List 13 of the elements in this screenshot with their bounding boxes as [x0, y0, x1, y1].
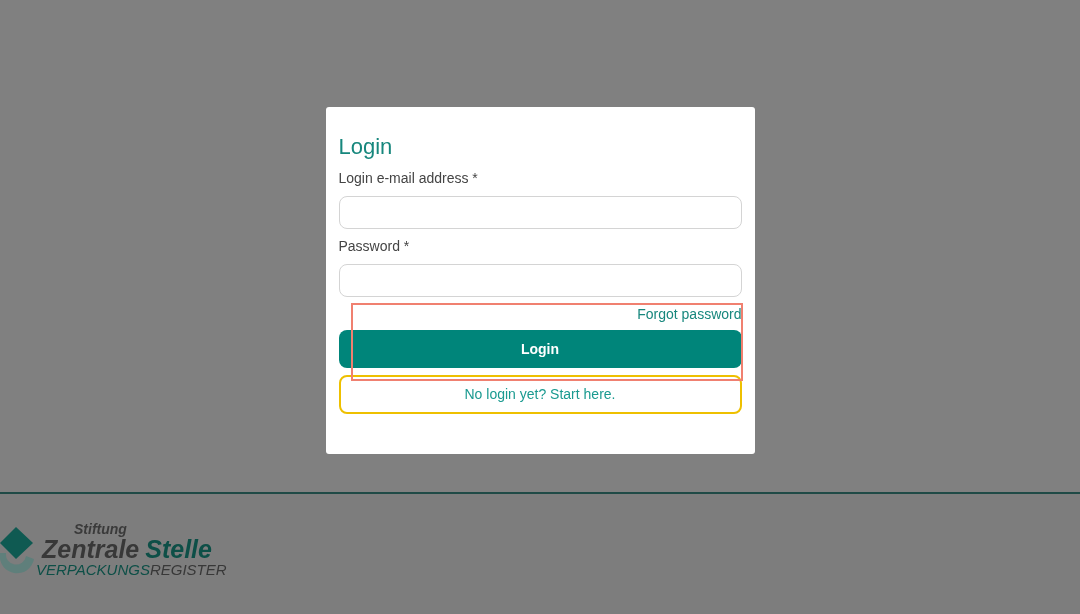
forgot-password-link[interactable]: Forgot password [637, 305, 742, 323]
logo-sub-text: VERPACKUNGS [36, 562, 150, 578]
logo-sub-text: REGISTER [149, 562, 227, 578]
field-label: Login e-mail address * [338, 169, 479, 187]
logo-top-text: Stiftung [74, 522, 128, 536]
login-button[interactable]: Login [338, 330, 742, 368]
input-field[interactable] [338, 264, 742, 297]
logo-name-text: Zentrale [42, 536, 140, 562]
field-label: Password * [338, 237, 411, 255]
register-button[interactable]: No login yet? Start here. [338, 375, 742, 414]
input-field[interactable] [338, 196, 742, 229]
logo-name-text: Stelle [145, 536, 212, 562]
login-title: Login [338, 133, 394, 161]
